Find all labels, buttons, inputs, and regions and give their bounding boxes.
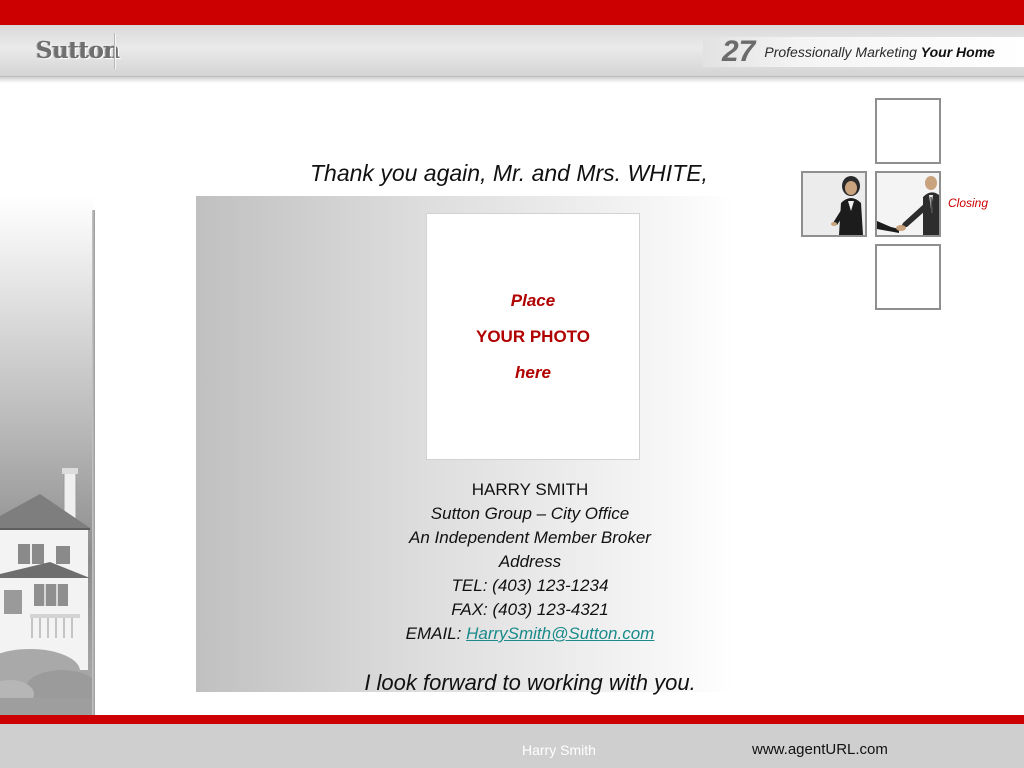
footer-agent-name: Harry Smith	[522, 742, 596, 758]
agent-contact-block: HARRY SMITH Sutton Group – City Office A…	[330, 478, 730, 646]
tagline-number: 27	[722, 35, 756, 68]
photo-placeholder-line3: here	[515, 362, 551, 382]
closing-step-label: Closing	[948, 196, 989, 210]
process-tile-bottom	[875, 244, 941, 310]
businesswoman-icon	[803, 173, 865, 235]
footer-bar: Harry Smith www.agentURL.com	[0, 724, 1024, 768]
top-red-bar	[0, 0, 1024, 25]
agent-name: HARRY SMITH	[471, 480, 589, 499]
left-strip-edge	[92, 210, 95, 716]
agent-address: Address	[498, 552, 562, 571]
agent-fax: FAX: (403) 123-4321	[451, 600, 609, 619]
photo-placeholder-line2: YOUR PHOTO	[476, 326, 590, 346]
process-tile-handshake	[875, 171, 941, 237]
agent-company: Sutton Group – City Office	[430, 504, 630, 523]
house-icon	[0, 468, 94, 716]
closing-text: I look forward to working with you.	[364, 670, 696, 695]
logo-divider	[114, 33, 115, 69]
header-shadow	[0, 77, 1024, 83]
handshake-icon	[877, 173, 939, 235]
tagline-text: Professionally Marketing Your Home	[764, 44, 995, 60]
greeting-text: Thank you again, Mr. and Mrs. WHITE,	[310, 160, 708, 186]
agent-email-row: EMAIL: HarrySmith@Sutton.com	[330, 622, 730, 646]
tagline-banner: 27 Professionally Marketing Your Home	[703, 35, 1024, 68]
left-decorative-strip	[0, 196, 94, 716]
agent-email-link[interactable]: HarrySmith@Sutton.com	[466, 624, 654, 643]
sutton-logo: Sutton	[36, 37, 120, 64]
tagline-bold: Your Home	[920, 44, 995, 60]
agent-email-label: EMAIL:	[405, 624, 467, 643]
bottom-red-bar	[0, 715, 1024, 724]
photo-placeholder-line1: Place	[510, 290, 556, 310]
process-tile-top	[875, 98, 941, 164]
photo-placeholder: Place YOUR PHOTO here	[426, 213, 640, 460]
agent-broker: An Independent Member Broker	[409, 528, 651, 547]
agent-tel: TEL: (403) 123-1234	[451, 576, 609, 595]
header-bar: Sutton 27 Professionally Marketing Your …	[0, 25, 1024, 77]
tagline-regular: Professionally Marketing	[764, 44, 917, 60]
process-tile-agent	[801, 171, 867, 237]
footer-url-link[interactable]: www.agentURL.com	[752, 741, 888, 758]
